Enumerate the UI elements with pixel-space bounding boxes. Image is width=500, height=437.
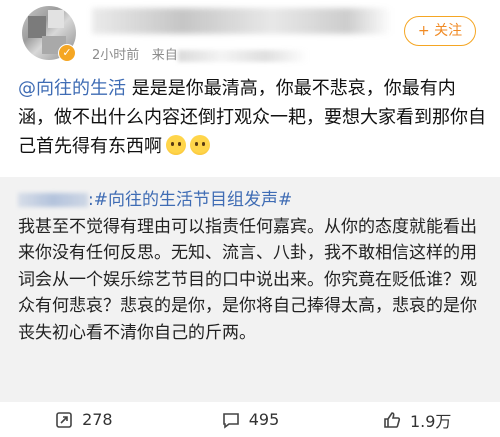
emoji-icon	[166, 135, 186, 155]
repost-icon	[56, 411, 72, 428]
follow-button[interactable]: + 关注	[404, 16, 476, 46]
repost-text: 我甚至不觉得有理由可以指责任何嘉宾。从你的态度就能看出来你没有任何反思。无知、流…	[18, 216, 477, 343]
post-body: @向往的生活 是是是你最清高，你最不悲哀，你最有内涵，做不出什么内容还倒打观众一…	[18, 74, 488, 161]
mention-link[interactable]: @向往的生活	[18, 78, 126, 99]
like-icon	[384, 411, 401, 428]
like-button[interactable]: 1.9万	[333, 408, 500, 432]
emoji-icon	[190, 135, 210, 155]
post-meta: 2小时前 来自	[92, 44, 308, 63]
comment-count: 495	[248, 410, 280, 429]
repost-body: :#向往的生活节目组发声# 我甚至不觉得有理由可以指责任何嘉宾。从你的态度就能看出…	[18, 187, 480, 346]
comment-icon	[222, 412, 239, 429]
repost-card[interactable]: :#向往的生活节目组发声# 我甚至不觉得有理由可以指责任何嘉宾。从你的态度就能看出…	[0, 177, 500, 402]
comment-button[interactable]: 495	[167, 410, 334, 430]
verified-badge-icon: ✓	[58, 44, 76, 62]
post-time: 2小时前	[92, 48, 140, 63]
username-blurred[interactable]	[92, 8, 392, 34]
like-count: 1.9万	[409, 411, 452, 431]
post-source-prefix: 来自	[151, 48, 178, 63]
hashtag-link[interactable]: #向往的生活节目组发声#	[94, 190, 293, 210]
repost-button[interactable]: 278	[0, 410, 167, 430]
post-source-blurred	[177, 49, 308, 62]
repost-user-blurred[interactable]	[18, 193, 88, 207]
action-bar: 278 495 1.9万	[0, 402, 500, 437]
repost-count: 278	[82, 410, 113, 429]
